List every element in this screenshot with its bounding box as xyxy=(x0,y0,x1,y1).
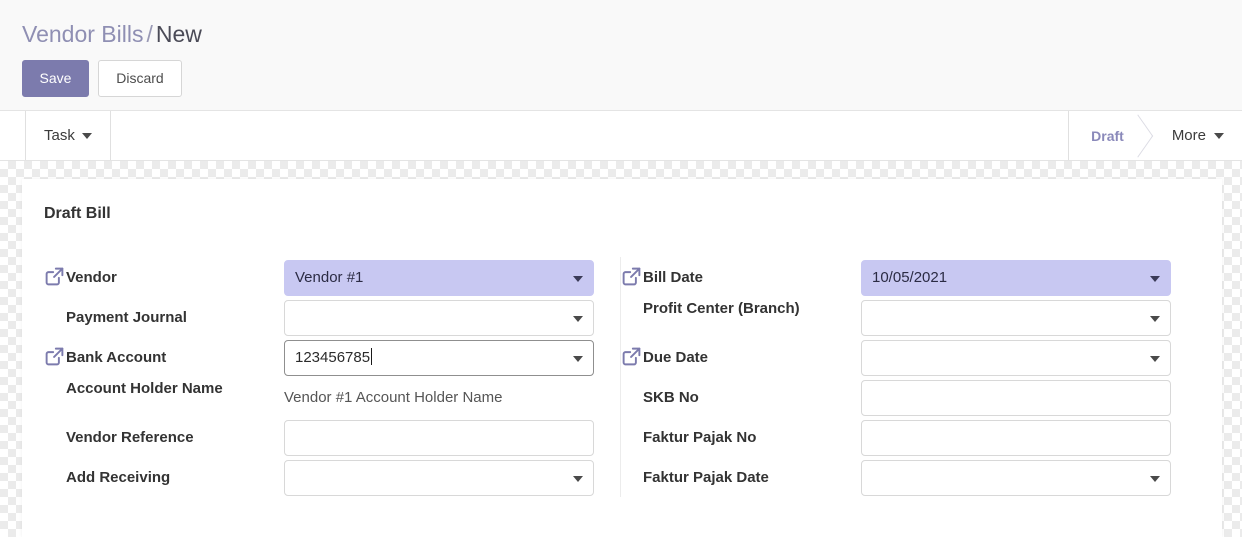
field-input-vendor-reference[interactable] xyxy=(284,420,594,456)
field-control-bill-date: 10/05/2021 xyxy=(861,260,1171,296)
field-control-payment-journal xyxy=(284,300,594,336)
chevron-down-icon[interactable] xyxy=(573,476,583,482)
field-control-profit-center-branch xyxy=(861,300,1171,336)
chevron-down-icon[interactable] xyxy=(573,276,583,282)
form-row-account-holder-name: Account Holder Name Vendor #1 Account Hol… xyxy=(44,377,614,417)
form-row-bill-date: Bill Date 10/05/2021 xyxy=(621,257,1191,297)
more-dropdown-button[interactable]: More xyxy=(1150,111,1242,160)
field-control-due-date xyxy=(861,340,1171,376)
field-label-due-date: Due Date xyxy=(643,349,709,366)
field-label-add-receiving: Add Receiving xyxy=(66,469,171,486)
field-input-faktur-pajak-date[interactable] xyxy=(861,460,1171,496)
page-title: Draft Bill xyxy=(44,205,111,222)
form-row-due-date: Due Date xyxy=(621,337,1191,377)
field-label-profit-center-branch: Profit Center (Branch) xyxy=(643,300,800,317)
field-value-account-holder-name: Vendor #1 Account Holder Name xyxy=(284,389,503,406)
statusbar-stages: Draft More xyxy=(1068,111,1242,160)
field-control-account-holder-name: Vendor #1 Account Holder Name xyxy=(284,380,594,416)
external-link-icon[interactable] xyxy=(44,346,65,367)
form-row-payment-journal: Payment Journal xyxy=(44,297,614,337)
form-sheet: Draft Bill Vendor Vendor #1 Payment Journa… xyxy=(22,179,1222,537)
external-link-icon[interactable] xyxy=(621,266,642,287)
field-label-vendor-reference: Vendor Reference xyxy=(66,429,194,446)
chevron-down-icon[interactable] xyxy=(1150,356,1160,362)
field-label-vendor: Vendor xyxy=(66,269,117,286)
field-input-payment-journal[interactable] xyxy=(284,300,594,336)
field-control-faktur-pajak-no xyxy=(861,420,1171,456)
field-input-due-date[interactable] xyxy=(861,340,1171,376)
form-row-vendor-reference: Vendor Reference xyxy=(44,417,614,457)
field-input-add-receiving[interactable] xyxy=(284,460,594,496)
field-label-bank-account: Bank Account xyxy=(66,349,167,366)
field-control-skb-no xyxy=(861,380,1171,416)
chevron-down-icon[interactable] xyxy=(1150,476,1160,482)
chevron-down-icon[interactable] xyxy=(573,316,583,322)
chevron-down-icon[interactable] xyxy=(1150,276,1160,282)
chevron-down-icon[interactable] xyxy=(1150,316,1160,322)
field-control-vendor-reference xyxy=(284,420,594,456)
discard-button[interactable]: Discard xyxy=(98,60,182,97)
form-row-vendor: Vendor Vendor #1 xyxy=(44,257,614,297)
field-input-profit-center-branch[interactable] xyxy=(861,300,1171,336)
form-column-right: Bill Date 10/05/2021 Profit Center (Branch… xyxy=(620,257,1191,497)
field-control-bank-account: 123456785 xyxy=(284,340,594,376)
text-cursor xyxy=(371,348,373,365)
control-panel: Vendor Bills / New Save Discard xyxy=(0,0,1242,111)
status-badge-label: Draft xyxy=(1091,127,1124,144)
breadcrumb-current: New xyxy=(155,21,202,47)
field-label-payment-journal: Payment Journal xyxy=(66,309,187,326)
field-input-faktur-pajak-no[interactable] xyxy=(861,420,1171,456)
field-label-skb-no: SKB No xyxy=(643,389,699,406)
stage-chevron-icon xyxy=(1122,113,1153,158)
form-row-skb-no: SKB No xyxy=(621,377,1191,417)
form-column-left: Vendor Vendor #1 Payment Journal Bank Accou… xyxy=(44,257,614,497)
status-badge-draft[interactable]: Draft xyxy=(1069,111,1153,160)
breadcrumb-separator: / xyxy=(146,21,153,47)
field-input-skb-no[interactable] xyxy=(861,380,1171,416)
chevron-down-icon xyxy=(1214,132,1224,139)
external-link-icon[interactable] xyxy=(44,266,65,287)
task-dropdown-button[interactable]: Task xyxy=(25,111,111,160)
external-link-icon[interactable] xyxy=(621,346,642,367)
breadcrumb: Vendor Bills / New xyxy=(22,18,202,50)
field-label-faktur-pajak-date: Faktur Pajak Date xyxy=(643,469,769,486)
form-row-bank-account: Bank Account 123456785 xyxy=(44,337,614,377)
form-row-profit-center-branch: Profit Center (Branch) xyxy=(621,297,1191,337)
statusbar-row: Task Draft More xyxy=(0,111,1242,161)
save-button[interactable]: Save xyxy=(22,60,89,97)
task-dropdown-label: Task xyxy=(44,127,75,144)
field-label-account-holder-name: Account Holder Name xyxy=(66,380,223,397)
breadcrumb-parent-link[interactable]: Vendor Bills xyxy=(22,21,143,47)
field-control-vendor: Vendor #1 xyxy=(284,260,594,296)
form-action-buttons: Save Discard xyxy=(22,60,182,97)
field-control-add-receiving xyxy=(284,460,594,496)
field-label-faktur-pajak-no: Faktur Pajak No xyxy=(643,429,757,446)
field-label-bill-date: Bill Date xyxy=(643,269,704,286)
chevron-down-icon xyxy=(81,132,92,139)
vendor-bill-form-page: Vendor Bills / New Save Discard Task Draft … xyxy=(0,0,1242,537)
form-row-faktur-pajak-no: Faktur Pajak No xyxy=(621,417,1191,457)
form-row-faktur-pajak-date: Faktur Pajak Date xyxy=(621,457,1191,497)
field-input-bill-date[interactable]: 10/05/2021 xyxy=(861,260,1171,296)
form-row-add-receiving: Add Receiving xyxy=(44,457,614,497)
more-dropdown-label: More xyxy=(1171,127,1206,144)
field-control-faktur-pajak-date xyxy=(861,460,1171,496)
field-input-vendor[interactable]: Vendor #1 xyxy=(284,260,594,296)
field-input-bank-account[interactable]: 123456785 xyxy=(284,340,594,376)
chevron-down-icon[interactable] xyxy=(573,356,583,362)
